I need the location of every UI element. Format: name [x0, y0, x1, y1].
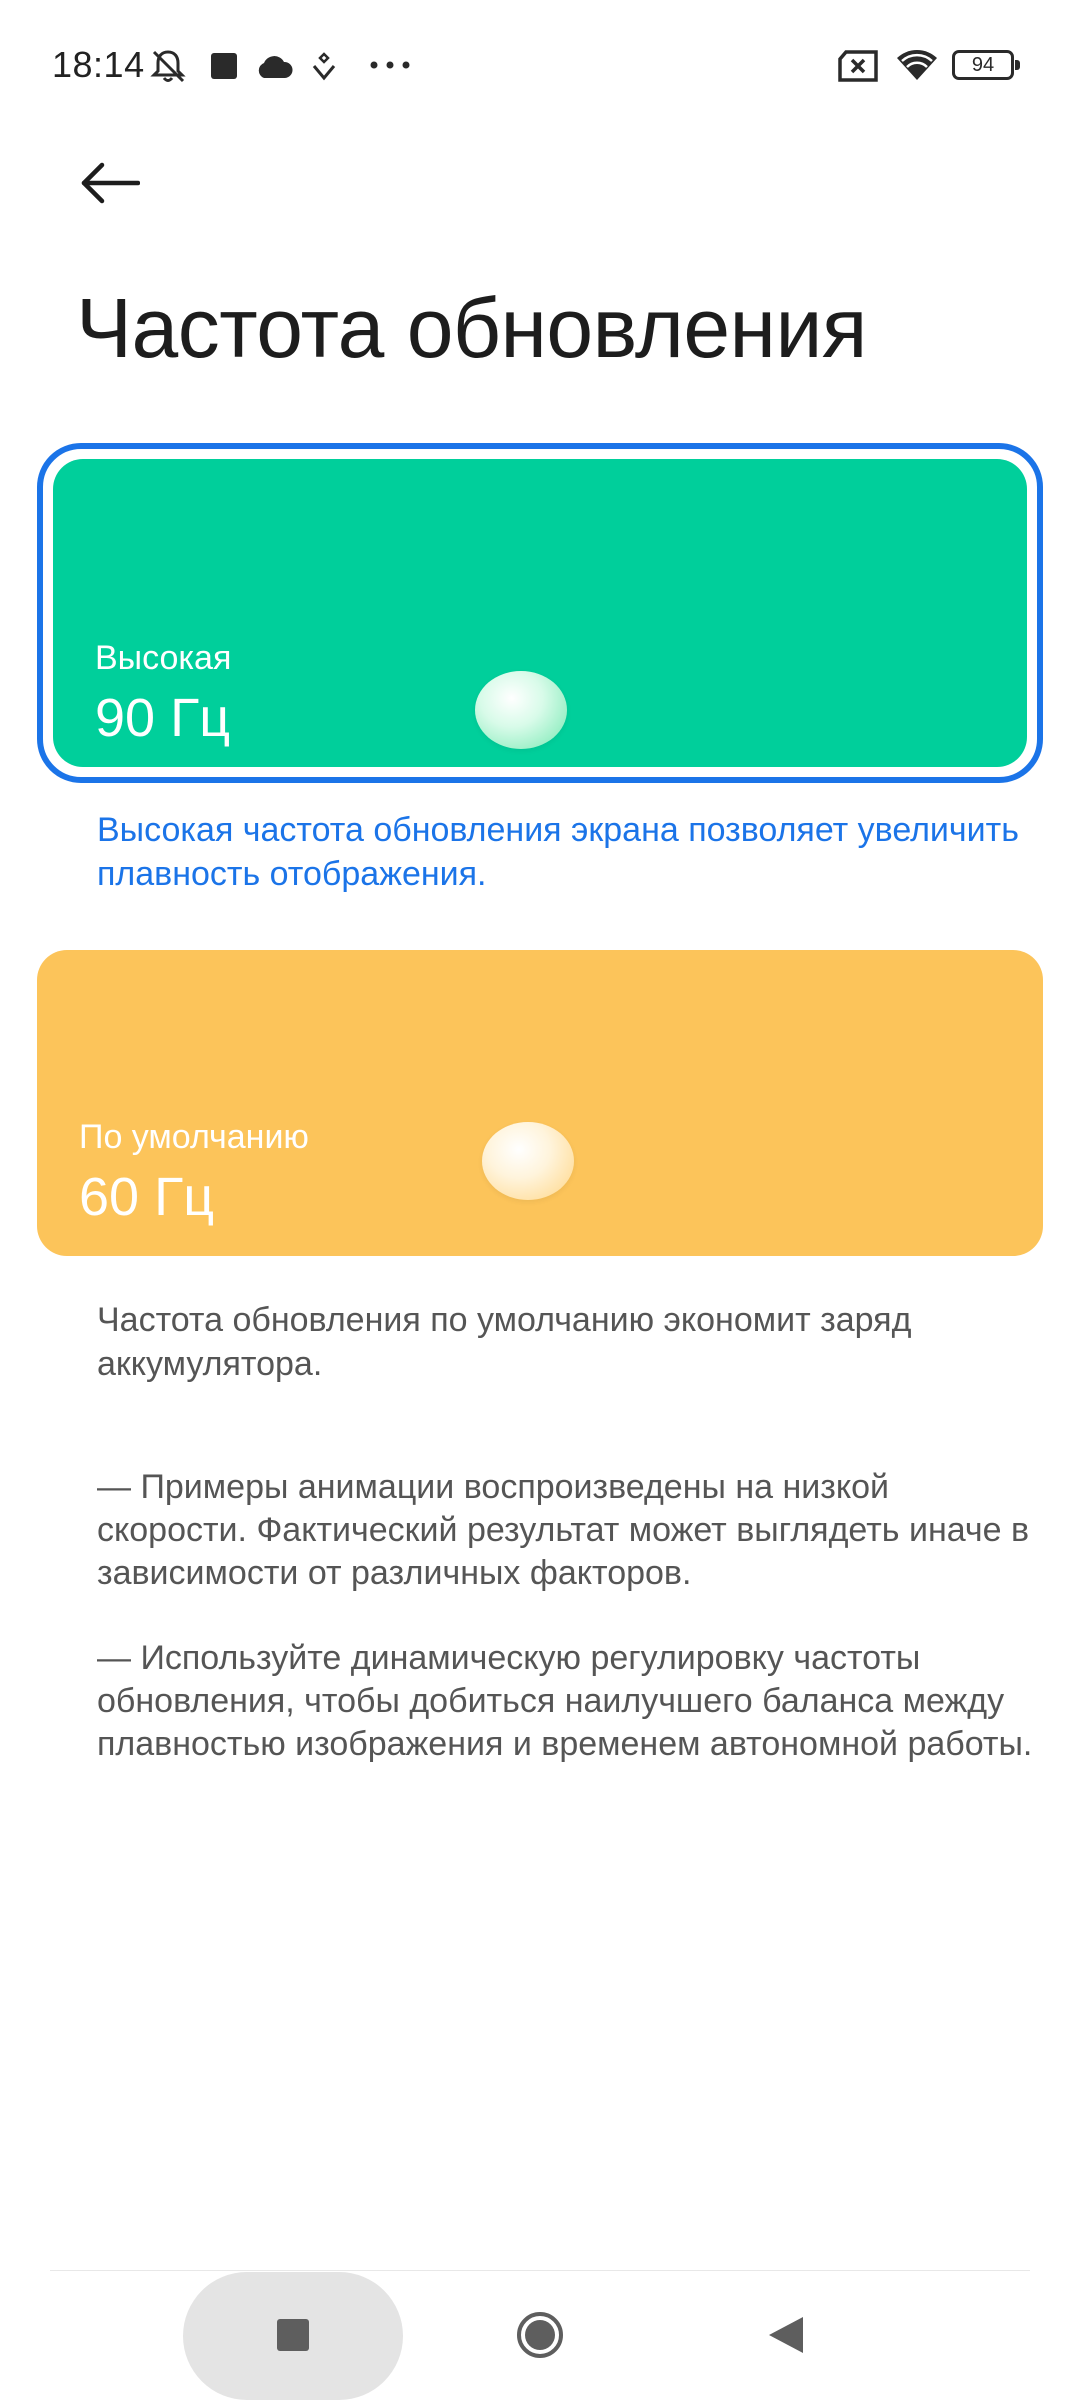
note-animation-speed: — Примеры анимации воспроизведены на низ…	[97, 1468, 1030, 1592]
recents-square-icon	[276, 2318, 310, 2357]
navigation-bar	[0, 2272, 1080, 2400]
recents-button[interactable]	[258, 2302, 328, 2372]
status-bar: 18:14 94	[0, 0, 1080, 130]
location-heart-icon	[310, 50, 338, 87]
back-triangle-icon	[765, 2314, 805, 2361]
option-rate: 90 Гц	[95, 688, 231, 748]
option-card-high: Высокая 90 Гц	[53, 459, 1027, 767]
animation-ball	[475, 671, 567, 749]
page-title: Частота обновления	[76, 281, 867, 375]
back-button[interactable]	[70, 150, 150, 220]
option-high-description: Высокая частота обновления экрана позвол…	[97, 811, 1019, 893]
note-dynamic-refresh: — Используйте динамическую регулировку ч…	[97, 1639, 1033, 1763]
status-time: 18:14	[52, 44, 145, 85]
nav-back-button[interactable]	[750, 2302, 820, 2372]
option-high-refresh[interactable]: Высокая 90 Гц	[37, 443, 1043, 783]
option-default-refresh[interactable]: По умолчанию 60 Гц	[37, 950, 1043, 1256]
nav-divider	[50, 2270, 1030, 2271]
bell-off-icon	[148, 46, 188, 91]
cloud-icon	[255, 52, 293, 85]
option-name: По умолчанию	[79, 1118, 309, 1156]
battery-icon: 94	[952, 50, 1020, 80]
option-rate: 60 Гц	[79, 1167, 215, 1227]
home-circle-icon	[515, 2310, 565, 2365]
battery-level: 94	[971, 53, 995, 76]
more-dots-icon	[368, 58, 412, 76]
wifi-icon	[894, 46, 940, 87]
arrow-left-icon	[80, 161, 141, 210]
option-name: Высокая	[95, 639, 232, 677]
home-button[interactable]	[505, 2302, 575, 2372]
option-card-default: По умолчанию 60 Гц	[37, 950, 1043, 1256]
animation-ball	[482, 1122, 574, 1200]
sim-no-signal-icon	[836, 50, 880, 87]
option-default-description: Частота обновления по умолчанию экономит…	[97, 1301, 912, 1383]
square-notification-icon	[210, 52, 238, 85]
